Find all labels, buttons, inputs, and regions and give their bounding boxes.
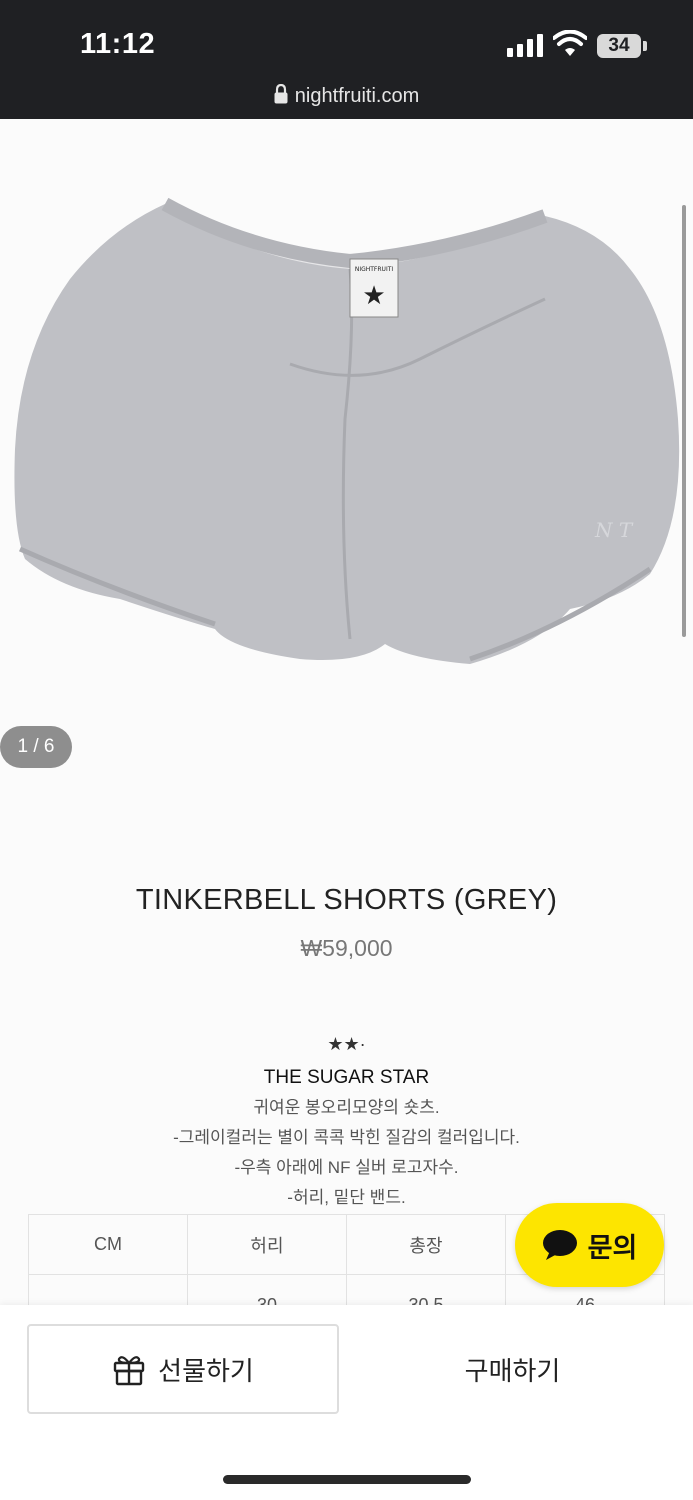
label-text: NIGHTFRUITI [355,266,394,273]
product-gallery[interactable]: NIGHTFRUITI ★ N T [0,119,693,799]
inquiry-label: 문의 [587,1232,638,1263]
address-bar[interactable]: nightfruiti.com [0,84,693,108]
chat-bubble-icon [542,1230,577,1260]
status-time: 11:12 [80,28,156,60]
gallery-scrollbar[interactable] [682,205,686,637]
description-line: -우측 아래에 NF 실버 로고자수. [234,1158,459,1177]
url-text: nightfruiti.com [294,85,420,107]
description-line: 귀여운 봉오리모양의 숏츠. [253,1098,440,1117]
bottom-action-bar: 선물하기 구매하기 [0,1305,693,1500]
signal-icon [507,33,543,57]
svg-text:★: ★ [362,281,385,311]
status-bar: 11:12 34 nightfruiti.com [0,0,693,119]
gift-button[interactable]: 선물하기 [27,1324,339,1414]
battery-tip [643,41,647,51]
inquiry-button[interactable]: 문의 [515,1203,664,1287]
lock-icon [274,84,288,104]
buy-button[interactable]: 구매하기 [360,1324,665,1414]
gift-icon [113,1356,145,1386]
embroidery-text: N T [594,518,634,542]
wifi-icon [553,30,587,56]
product-description: ★★· THE SUGAR STAR 귀여운 봉오리모양의 숏츠. -그레이컬러… [0,1034,693,1213]
product-title: TINKERBELL SHORTS (GREY) [135,884,558,916]
battery-icon: 34 [597,34,641,58]
product-price: ₩59,000 [300,935,393,961]
gift-label: 선물하기 [158,1355,254,1386]
size-header-cell: CM [28,1214,188,1275]
size-header-cell: 허리 [187,1214,347,1275]
image-counter: 1 / 6 [0,726,72,768]
size-header-cell: 총장 [345,1214,507,1275]
home-indicator[interactable] [223,1475,471,1484]
product-photo: NIGHTFRUITI ★ N T [14,197,680,664]
description-title: THE SUGAR STAR [263,1067,430,1088]
description-line: -그레이컬러는 별이 콕콕 박힌 질감의 컬러입니다. [173,1128,520,1147]
stars-decoration: ★★· [327,1034,366,1054]
